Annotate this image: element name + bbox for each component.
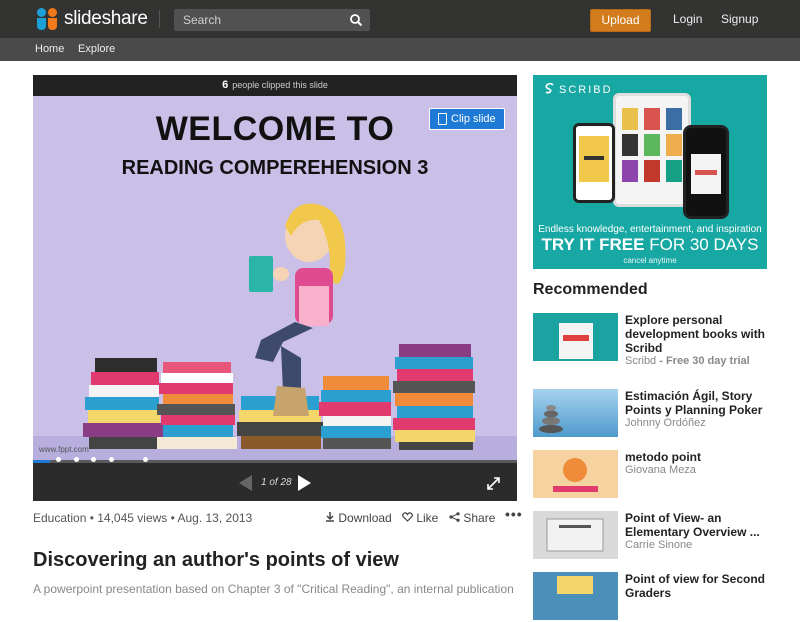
slide-marker[interactable] <box>143 457 148 462</box>
fullscreen-icon[interactable] <box>487 477 500 490</box>
slideshare-logo-icon <box>36 6 60 32</box>
nav-explore[interactable]: Explore <box>78 43 115 55</box>
recommended-thumbnail <box>533 450 618 498</box>
phone-image <box>683 125 729 219</box>
download-icon <box>326 512 334 522</box>
scribd-ad[interactable]: SCRIBD Endless knowledge, entertainment,… <box>533 75 767 269</box>
slideshare-logo[interactable]: slideshare <box>36 6 148 32</box>
book-cover <box>691 154 721 194</box>
share-button[interactable]: Share <box>449 511 495 525</box>
nav-home[interactable]: Home <box>35 43 64 55</box>
slide-marker[interactable] <box>109 457 114 462</box>
search-box <box>174 9 370 31</box>
upload-button[interactable]: Upload <box>590 9 651 32</box>
book-covers-grid <box>622 108 682 182</box>
clip-count-text: people clipped this slide <box>232 80 328 90</box>
recommended-thumbnail <box>533 313 618 361</box>
progress-bar[interactable] <box>33 460 517 463</box>
slide-marker[interactable] <box>56 457 61 462</box>
download-button[interactable]: Download <box>325 511 392 525</box>
ikigai-book-cover <box>559 323 593 359</box>
share-label: Share <box>463 511 496 525</box>
logo-text: slideshare <box>64 8 148 29</box>
slide-image <box>557 576 593 594</box>
like-label: Like <box>416 511 439 525</box>
presentation-title: Discovering an author's points of view <box>33 549 399 571</box>
slide-player: 6 people clipped this slide WELCOME TO RE… <box>33 75 517 501</box>
more-options-icon[interactable]: ••• <box>505 506 523 522</box>
recommended-title: Point of view for Second Graders <box>625 572 766 600</box>
recommended-author: Johnny Ordóñez <box>625 417 706 429</box>
download-label: Download <box>338 511 392 525</box>
recommended-item[interactable]: Explore personal development books with … <box>533 313 783 367</box>
clip-count-bar: 6 people clipped this slide <box>33 75 517 96</box>
ad-tagline: Endless knowledge, entertainment, and in… <box>538 224 762 235</box>
heart-icon <box>402 512 413 522</box>
slideshow-info: Education • 14,045 views • Aug. 13, 2013 <box>33 511 253 525</box>
login-link[interactable]: Login <box>673 12 702 26</box>
clip-slide-button[interactable]: Clip slide <box>429 108 505 130</box>
recommended-item[interactable]: Point of view for Second Graders <box>533 572 783 622</box>
slide-image[interactable]: WELCOME TO READING COMPEREHENSION 3 Clip… <box>33 96 517 460</box>
share-icon <box>449 512 460 522</box>
divider <box>159 10 160 28</box>
previous-slide-icon[interactable] <box>239 475 252 491</box>
stones-image <box>539 405 563 433</box>
progress-fill <box>33 460 51 463</box>
recommended-thumbnail <box>533 389 618 437</box>
reading-girl-illustration <box>83 203 475 450</box>
recommended-item[interactable]: Estimación Ágil, Story Points y Planning… <box>533 389 783 439</box>
ad-fineprint: cancel anytime <box>623 256 677 265</box>
clip-slide-label: Clip slide <box>451 113 496 125</box>
recommended-thumbnail <box>533 511 618 559</box>
next-slide-icon[interactable] <box>298 475 311 491</box>
ad-headline-rest: FOR 30 DAYS <box>644 235 759 254</box>
scribd-logo-icon <box>545 82 554 94</box>
page-indicator: 1 of 28 <box>261 477 292 488</box>
recommended-title: Estimación Ágil, Story Points y Planning… <box>625 389 763 417</box>
signup-link[interactable]: Signup <box>721 12 758 26</box>
sub-navigation: Home Explore <box>0 38 800 61</box>
recommended-title: Explore personal development books with … <box>625 313 766 355</box>
recommended-title: Point of View- an Elementary Overview ..… <box>625 511 760 539</box>
book-cover <box>579 136 609 182</box>
presentation-description: A powerpoint presentation based on Chapt… <box>33 582 517 596</box>
slide-image <box>546 518 604 552</box>
author-promo: - Free 30 day trial <box>656 355 750 367</box>
like-button[interactable]: Like <box>402 511 438 525</box>
clip-icon <box>438 113 447 125</box>
slide-marker[interactable] <box>91 457 96 462</box>
recommended-title: metodo point <box>625 450 701 464</box>
top-bar: slideshare Upload Login Signup <box>0 0 800 38</box>
cartoon-image <box>553 458 598 492</box>
recommended-item[interactable]: metodo point Giovana Meza <box>533 450 783 500</box>
clip-count: 6 <box>222 79 229 91</box>
scribd-brand-text: SCRIBD <box>559 84 613 96</box>
search-icon[interactable] <box>349 13 363 27</box>
ad-headline: TRY IT FREE FOR 30 DAYS <box>533 235 767 255</box>
recommended-thumbnail <box>533 572 618 620</box>
search-input[interactable] <box>174 9 344 31</box>
author-name: Scribd <box>625 355 657 367</box>
recommended-item[interactable]: Point of View- an Elementary Overview ..… <box>533 511 783 561</box>
player-controls: 1 of 28 <box>33 470 517 501</box>
recommended-heading: Recommended <box>533 281 648 298</box>
slide-marker[interactable] <box>74 457 79 462</box>
slide-url: www.fppt.com <box>39 445 89 454</box>
recommended-author: Scribd - Free 30 day trial <box>625 355 750 367</box>
tablet-image <box>613 93 691 207</box>
recommended-author: Giovana Meza <box>625 464 696 476</box>
scribd-brand: SCRIBD <box>545 82 613 96</box>
recommended-author: Carrie Sinone <box>625 539 693 551</box>
phone-image <box>573 123 615 203</box>
ad-headline-bold: TRY IT FREE <box>541 235 645 254</box>
